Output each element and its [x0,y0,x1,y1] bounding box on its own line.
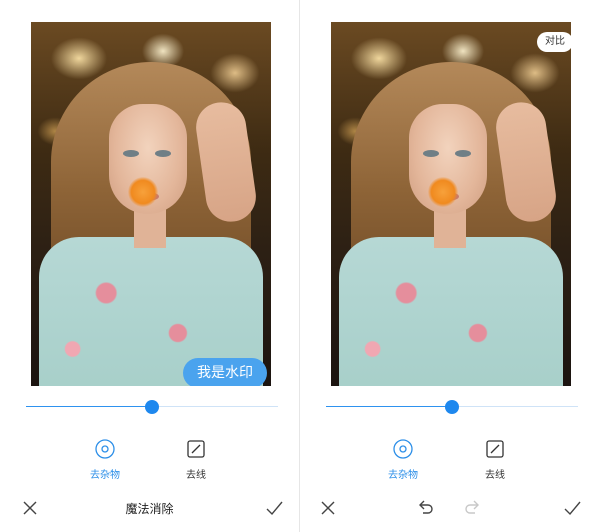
tool-remove-objects[interactable]: 去杂物 [373,438,433,481]
tool-label: 去线 [485,470,505,481]
circle-target-icon [95,439,115,459]
photo-eye-right [155,150,171,157]
slider-handle[interactable] [445,400,459,414]
brush-size-slider[interactable] [26,396,278,416]
photo-eye-left [423,150,439,157]
bottom-bar [300,492,599,526]
left-editor-panel: 我是水印 去杂物 去线 魔法消除 [0,0,299,532]
slider-fill [326,406,452,407]
undo-icon[interactable] [413,496,437,520]
tool-remove-lines[interactable]: 去线 [166,438,226,481]
check-icon[interactable] [262,496,286,520]
bottom-bar: 魔法消除 [0,492,299,526]
brush-size-slider[interactable] [326,396,578,416]
tool-label: 去杂物 [90,470,120,481]
close-icon[interactable] [316,496,340,520]
portrait-photo-processed: 对比 [331,22,571,386]
photo-neck [134,208,166,248]
slider-handle[interactable] [145,400,159,414]
photo-flower [428,177,458,207]
tool-remove-objects[interactable]: 去杂物 [75,438,135,481]
redo-icon[interactable] [461,496,485,520]
square-slash-icon [187,440,205,458]
photo-eye-left [123,150,139,157]
right-editor-panel: 对比 去杂物 去线 [300,0,599,532]
photo-flower [128,177,158,207]
square-slash-icon [486,440,504,458]
photo-shirt [339,237,563,386]
screen-title: 魔法消除 [125,502,174,516]
slider-fill [26,406,152,407]
tool-label: 去杂物 [388,470,418,481]
check-icon[interactable] [560,496,584,520]
compare-button[interactable]: 对比 [537,32,571,52]
watermark-badge: 我是水印 [183,358,267,386]
portrait-photo: 我是水印 [31,22,271,386]
tool-label: 去线 [186,470,206,481]
tool-remove-lines[interactable]: 去线 [465,438,525,481]
photo-eye-right [455,150,471,157]
circle-target-icon [393,439,413,459]
photo-neck [434,208,466,248]
